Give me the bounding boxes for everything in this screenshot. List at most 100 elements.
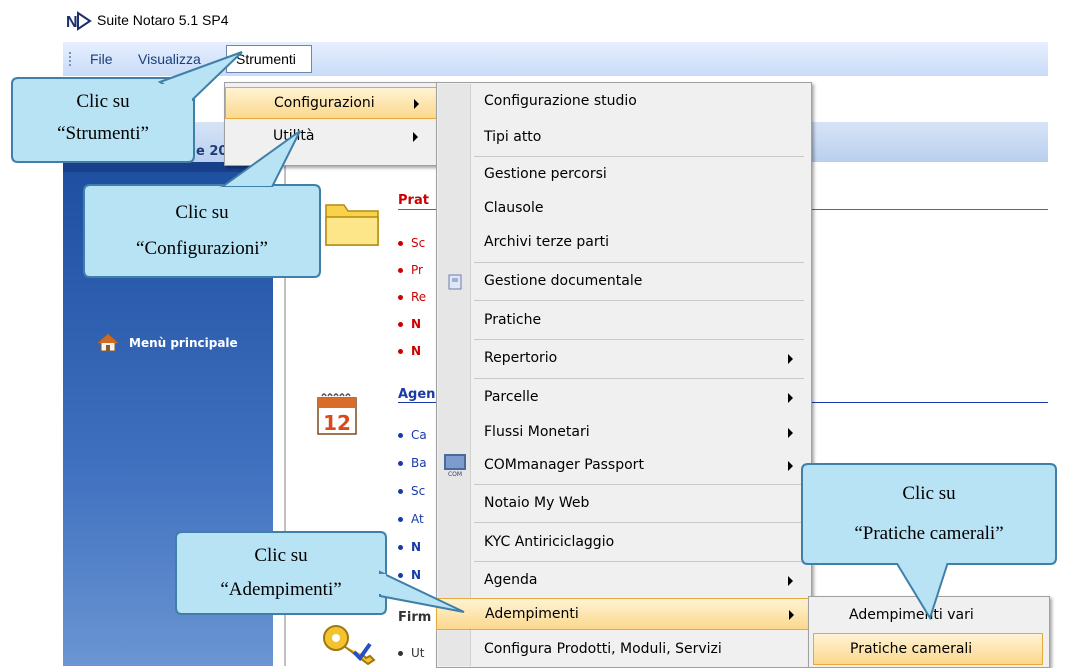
list-item-text: At bbox=[411, 512, 424, 526]
menu-separator bbox=[474, 339, 804, 340]
callout-text: Clic su bbox=[175, 202, 229, 223]
menu-separator bbox=[474, 156, 804, 157]
menu-item-gestione-documentale[interactable]: Gestione documentale bbox=[436, 266, 810, 298]
list-item[interactable]: N bbox=[398, 540, 421, 554]
callout-text: “Pratiche camerali” bbox=[854, 523, 1004, 544]
menu-file[interactable]: File bbox=[90, 51, 113, 67]
menu-item-pratiche-camerali[interactable]: Pratiche camerali bbox=[813, 633, 1043, 665]
menu-item-label: Adempimenti vari bbox=[849, 607, 974, 623]
menu-item-commanager-passport[interactable]: COM COMmanager Passport bbox=[436, 450, 810, 482]
menu-item-notaio-my-web[interactable]: Notaio My Web bbox=[436, 488, 810, 520]
list-item[interactable]: Ut bbox=[398, 646, 425, 660]
menu-item-configura-prodotti[interactable]: Configura Prodotti, Moduli, Servizi bbox=[436, 634, 810, 666]
menubar-grip[interactable] bbox=[69, 52, 73, 66]
list-item-text: Re bbox=[411, 290, 427, 304]
menu-item-pratiche[interactable]: Pratiche bbox=[436, 305, 810, 337]
submenu-arrow-icon bbox=[788, 428, 793, 438]
menu-strumenti[interactable]: Strumenti bbox=[226, 45, 312, 73]
menu-item-label: Repertorio bbox=[484, 350, 558, 366]
menu-item-label: Flussi Monetari bbox=[484, 424, 590, 440]
configurazioni-items: Configurazione studio Tipi atto Gestione… bbox=[436, 82, 810, 666]
menu-item-label: Tipi atto bbox=[484, 129, 542, 145]
menu-item-label: COMmanager Passport bbox=[484, 457, 644, 473]
menu-item-adempimenti[interactable]: Adempimenti bbox=[436, 598, 810, 630]
callout-shape bbox=[83, 130, 321, 278]
callout-text: “Adempimenti” bbox=[220, 579, 342, 600]
menu-separator bbox=[474, 300, 804, 301]
menu-item-agenda[interactable]: Agenda bbox=[436, 565, 810, 597]
menu-item-tipi-atto[interactable]: Tipi atto bbox=[436, 122, 810, 154]
menu-item-configurazione-studio[interactable]: Configurazione studio bbox=[436, 86, 810, 118]
list-item[interactable]: Sc bbox=[398, 236, 425, 250]
callout-text: Clic su bbox=[902, 483, 956, 504]
list-item-text: N bbox=[411, 568, 422, 582]
menu-item-label: Configurazione studio bbox=[484, 93, 637, 109]
menu-item-gestione-percorsi[interactable]: Gestione percorsi bbox=[436, 159, 810, 191]
house-icon[interactable] bbox=[97, 332, 119, 352]
list-item[interactable]: Sc bbox=[398, 484, 425, 498]
submenu-arrow-icon bbox=[789, 610, 794, 620]
list-item-text: Pr bbox=[411, 263, 423, 277]
menu-item-clausole[interactable]: Clausole bbox=[436, 193, 810, 225]
menu-item-label: Gestione documentale bbox=[484, 273, 643, 289]
menu-item-parcelle[interactable]: Parcelle bbox=[436, 382, 810, 414]
window-title: Suite Notaro 5.1 SP4 bbox=[97, 12, 229, 28]
list-item[interactable]: N bbox=[398, 317, 421, 331]
callout-text: Clic su bbox=[254, 545, 308, 566]
callout-text: Clic su bbox=[76, 91, 130, 112]
list-item[interactable]: N bbox=[398, 344, 421, 358]
svg-text:N: N bbox=[66, 14, 78, 31]
list-item-text: Sc bbox=[411, 484, 426, 498]
submenu-arrow-icon bbox=[414, 99, 419, 109]
menu-separator bbox=[474, 561, 804, 562]
menu-item-label: Gestione percorsi bbox=[484, 166, 607, 182]
menu-separator bbox=[474, 484, 804, 485]
menu-strumenti-label: Strumenti bbox=[236, 51, 296, 67]
menu-item-label: Clausole bbox=[484, 200, 544, 216]
strumenti-dropdown: Configurazioni Utilità bbox=[224, 82, 440, 166]
callout-pratiche-camerali: Clic su “Pratiche camerali” bbox=[800, 462, 1058, 621]
menu-visualizza[interactable]: Visualizza bbox=[138, 51, 201, 67]
list-item[interactable]: Pr bbox=[398, 263, 423, 277]
submenu-arrow-icon bbox=[788, 393, 793, 403]
list-item-text: Sc bbox=[411, 236, 426, 250]
sidebar-item-menu-principale[interactable]: Menù principale bbox=[129, 336, 238, 350]
section-title-agenda[interactable]: Agen bbox=[398, 387, 435, 402]
menu-item-archivi-terze-parti[interactable]: Archivi terze parti bbox=[436, 227, 810, 259]
submenu-arrow-icon bbox=[788, 354, 793, 364]
menu-item-label: Pratiche bbox=[484, 312, 542, 328]
section-title-pratiche[interactable]: Prat bbox=[398, 193, 429, 208]
list-item[interactable]: Ca bbox=[398, 428, 427, 442]
list-item-text: N bbox=[411, 540, 422, 554]
document-manager-icon bbox=[448, 274, 462, 290]
menu-item-label: Notaio My Web bbox=[484, 495, 590, 511]
menu-item-repertorio[interactable]: Repertorio bbox=[436, 343, 810, 375]
list-item-text: N bbox=[411, 344, 422, 358]
menu-separator bbox=[474, 262, 804, 263]
menu-item-label: Configura Prodotti, Moduli, Servizi bbox=[484, 641, 722, 657]
calendar-icon: 12 bbox=[317, 393, 357, 435]
callout-text: “Strumenti” bbox=[57, 123, 149, 144]
svg-text:COM: COM bbox=[448, 471, 462, 478]
section-title-firma[interactable]: Firm bbox=[398, 610, 431, 625]
key-icon bbox=[323, 625, 376, 666]
list-item[interactable]: At bbox=[398, 512, 424, 526]
callout-adempimenti: Clic su “Adempimenti” bbox=[174, 530, 465, 616]
menu-separator bbox=[474, 522, 804, 523]
menu-item-label: Parcelle bbox=[484, 389, 539, 405]
menu-item-utilita[interactable]: Utilità bbox=[225, 121, 439, 153]
callout-shape bbox=[801, 463, 1057, 621]
menu-item-label: Pratiche camerali bbox=[850, 641, 973, 657]
menu-item-flussi-monetari[interactable]: Flussi Monetari bbox=[436, 417, 810, 449]
callout-configurazioni: Clic su “Configurazioni” bbox=[82, 130, 322, 279]
menu-item-label: Adempimenti bbox=[485, 606, 579, 622]
list-item[interactable]: Ba bbox=[398, 456, 427, 470]
menu-item-kyc-antiriciclaggio[interactable]: KYC Antiriciclaggio bbox=[436, 527, 810, 559]
callout-text: “Configurazioni” bbox=[136, 238, 268, 259]
list-item[interactable]: Re bbox=[398, 290, 426, 304]
list-item[interactable]: N bbox=[398, 568, 421, 582]
menu-item-label: Archivi terze parti bbox=[484, 234, 609, 250]
menu-item-configurazioni[interactable]: Configurazioni bbox=[225, 87, 439, 119]
submenu-arrow-icon bbox=[788, 461, 793, 471]
callout-strumenti: Clic su “Strumenti” bbox=[10, 51, 243, 164]
